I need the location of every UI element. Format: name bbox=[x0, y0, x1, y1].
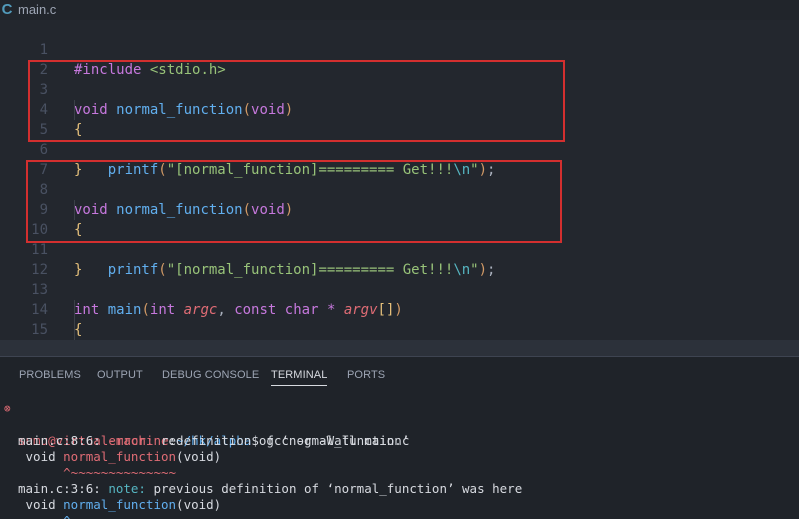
terminal-line: void normal_function(void) bbox=[0, 433, 799, 464]
code-line: 13 int main(int argc, const char * argv[… bbox=[0, 260, 799, 318]
terminal-line: void normal_function(void) bbox=[0, 481, 799, 512]
panel-tab-bar: PROBLEMS OUTPUT DEBUG CONSOLE TERMINAL P… bbox=[0, 357, 799, 391]
code-line: 12 bbox=[0, 240, 799, 278]
note-caret: ^~~~~~~~~~~~~~~ bbox=[18, 513, 176, 519]
indent-guide bbox=[74, 200, 75, 220]
terminal-line: main.c:8:6: error: redefinition of ‘norm… bbox=[0, 417, 799, 448]
code-line: 1 #include <stdio.h> bbox=[0, 20, 799, 78]
code-editor[interactable]: C main.c 1 #include <stdio.h> 2 3 void n… bbox=[0, 0, 799, 356]
code-line: 2 bbox=[0, 40, 799, 78]
code-line: 8 void normal_function(void) bbox=[0, 160, 799, 218]
code-line: 3 void normal_function(void) bbox=[0, 60, 799, 118]
code-line-current: 17 } bbox=[0, 340, 799, 356]
tab-terminal[interactable]: TERMINAL bbox=[271, 369, 328, 386]
terminal-line: ⊗ sumu@virtual-machine:~/hk/alpha$ gcc -… bbox=[0, 401, 799, 448]
code-line: 9 { bbox=[0, 180, 799, 238]
tab-problems[interactable]: PROBLEMS bbox=[19, 369, 81, 381]
code-line: 7 bbox=[0, 140, 799, 178]
indent-guide bbox=[74, 320, 75, 340]
tab-debug-console[interactable]: DEBUG CONSOLE bbox=[162, 369, 259, 381]
code-line: 14 { bbox=[0, 280, 799, 338]
terminal-line: ^~~~~~~~~~~~~~~ bbox=[0, 449, 799, 480]
indent-guide bbox=[74, 100, 75, 120]
code-lines: 1 #include <stdio.h> 2 3 void normal_fun… bbox=[0, 20, 799, 356]
terminal-line: ^~~~~~~~~~~~~~~ bbox=[0, 497, 799, 519]
terminal-output[interactable]: ⊗ sumu@virtual-machine:~/hk/alpha$ gcc -… bbox=[0, 401, 799, 519]
tab-label: main.c bbox=[18, 2, 57, 17]
tab-output[interactable]: OUTPUT bbox=[97, 369, 143, 381]
code-line: 16 return 0; bbox=[0, 320, 799, 356]
terminal-line: main.c:3:6: note: previous definition of… bbox=[0, 465, 799, 496]
code-line: 15 normal_function(); bbox=[0, 300, 799, 338]
editor-tab-bar: C main.c bbox=[0, 0, 799, 20]
code-line: 5 printf("[normal_function]========= Get… bbox=[0, 100, 799, 178]
code-line: 10 printf("[normal_function]========= Ge… bbox=[0, 200, 799, 278]
indent-guide bbox=[74, 300, 75, 320]
code-line: 4 { bbox=[0, 80, 799, 138]
error-circle-icon: ⊗ bbox=[4, 402, 11, 415]
c-language-icon: C bbox=[1, 1, 13, 18]
tab-main-c[interactable]: C main.c bbox=[0, 0, 66, 20]
code-line: 11 } bbox=[0, 220, 799, 278]
bottom-panel: PROBLEMS OUTPUT DEBUG CONSOLE TERMINAL P… bbox=[0, 356, 799, 519]
code-line: 6 } bbox=[0, 120, 799, 178]
tab-ports[interactable]: PORTS bbox=[347, 369, 385, 381]
